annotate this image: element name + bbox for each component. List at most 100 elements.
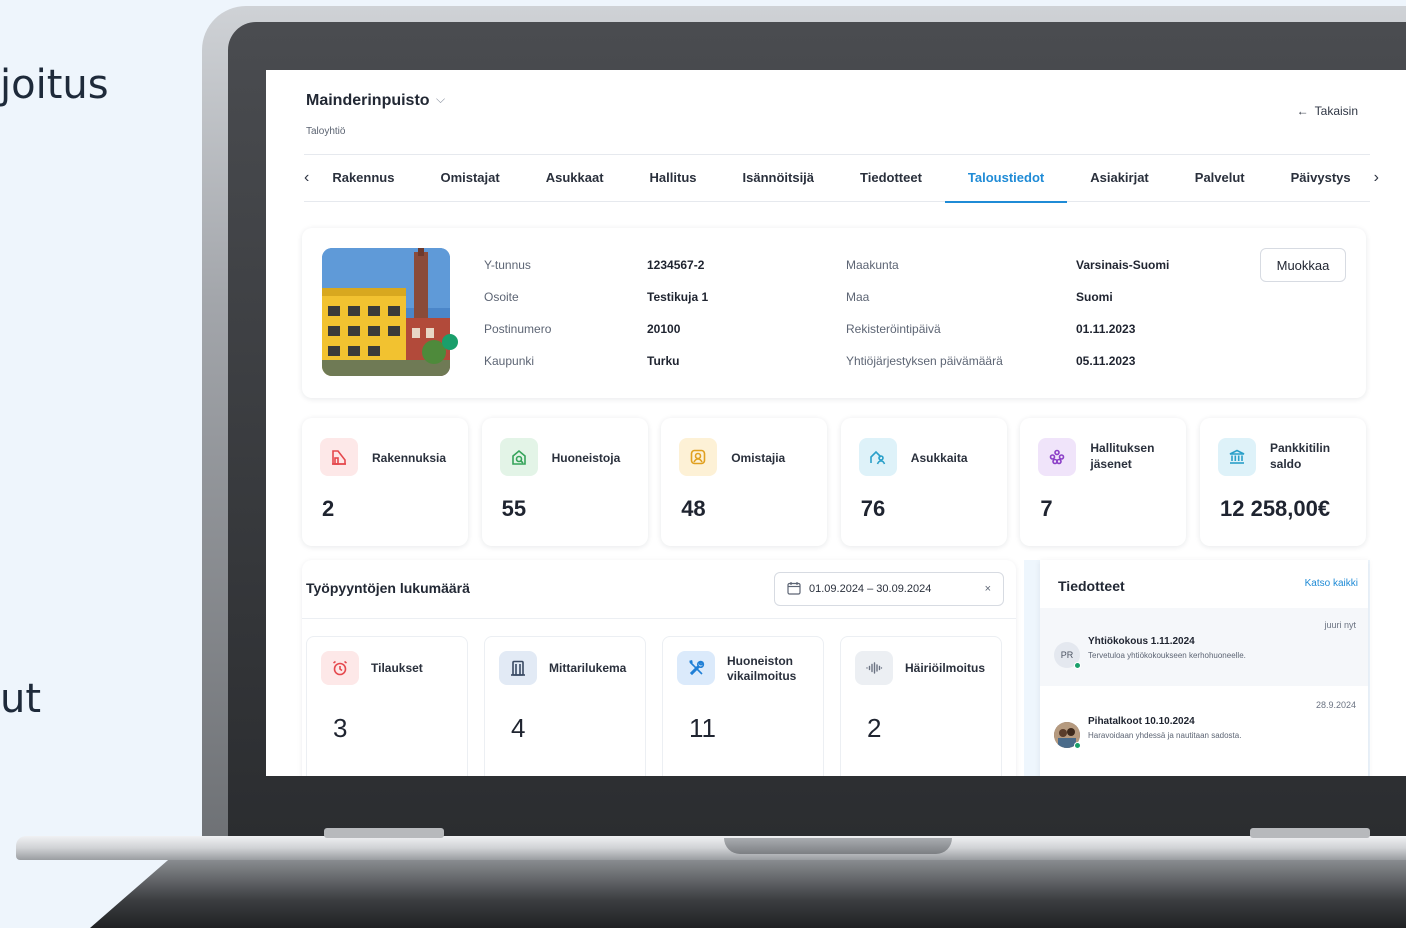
announcement-body: Tervetuloa yhtiökokoukseen kerhohuoneell… (1088, 651, 1246, 660)
tab-palvelut[interactable]: Palvelut (1172, 154, 1268, 202)
info-value: Suomi (1076, 290, 1113, 304)
work-order-count: 4 (511, 713, 526, 743)
sound-wave-icon (855, 651, 893, 685)
stat-value: 48 (681, 496, 706, 521)
tab-omistajat[interactable]: Omistajat (417, 154, 522, 202)
chevron-right-icon[interactable]: › (1374, 169, 1379, 187)
arrow-left-icon: ← (1296, 104, 1309, 118)
tools-icon (677, 651, 715, 685)
info-value: 20100 (647, 322, 681, 336)
clear-date-icon[interactable]: × (985, 583, 991, 595)
laptop-hinge-left (324, 828, 444, 838)
announcement-item[interactable]: juuri nyt PR Yhtiökokous 1.11.2024 Terve… (1040, 608, 1368, 686)
online-indicator (1074, 742, 1081, 749)
info-label: Postinumero (484, 322, 552, 336)
owner-icon (679, 438, 718, 476)
apartment-search-icon (499, 438, 538, 476)
side-caption-bottom: ut (0, 676, 42, 722)
board-icon (1038, 438, 1077, 476)
info-value: Varsinais-Suomi (1076, 258, 1170, 272)
alarm-clock-icon (321, 651, 359, 685)
property-info-card: Y-tunnus 1234567-2 Osoite Testikuja 1 Post… (302, 228, 1366, 398)
chevron-down-icon[interactable]: ⌵ (436, 92, 445, 107)
tab-asiakirjat[interactable]: Asiakirjat (1067, 154, 1172, 202)
work-order-card-huoneiston-vikailmoitus[interactable]: Huoneiston vikailmoitus 11 (662, 636, 824, 776)
online-indicator (1074, 662, 1081, 669)
work-order-label: Tilaukset (371, 661, 423, 675)
meter-icon (499, 651, 537, 685)
avatar (1054, 722, 1081, 749)
work-order-count: 2 (867, 713, 882, 743)
see-all-link[interactable]: Katso kaikki (1305, 578, 1358, 589)
property-type: Taloyhtiö (306, 126, 346, 137)
side-caption-top: joitus (0, 62, 109, 108)
stat-label: Rakennuksia (372, 451, 447, 465)
stat-card-asukkaita[interactable]: Asukkaita 76 (840, 418, 1007, 546)
laptop-base (16, 836, 1406, 860)
avatar: PR (1054, 642, 1081, 669)
stat-value: 2 (322, 496, 335, 521)
info-label: Maa (846, 290, 870, 304)
stat-card-huoneistoja[interactable]: Huoneistoja 55 (481, 418, 648, 546)
announcements-title: Tiedotteet (1058, 578, 1125, 594)
stat-value: 12 258,00€ (1220, 496, 1331, 521)
stat-label: Omistajia (731, 451, 786, 465)
info-value: 05.11.2023 (1076, 354, 1136, 368)
tab-list: Rakennus Omistajat Asukkaat Hallitus Isännöi… (309, 154, 1374, 203)
info-label: Osoite (484, 290, 519, 304)
work-order-count: 11 (689, 713, 716, 743)
calendar-icon (787, 581, 801, 598)
stat-label: Pankkitilin saldo (1270, 441, 1331, 471)
announcements-panel: Tiedotteet Katso kaikki juuri nyt PR Yht… (1024, 560, 1370, 776)
work-order-label: Huoneiston vikailmoitus (727, 654, 797, 683)
announcement-time: 28.9.2024 (1315, 700, 1356, 710)
date-range-value: 01.09.2024 – 30.09.2024 (809, 583, 932, 595)
bank-icon (1218, 438, 1256, 476)
tab-isannoitsija[interactable]: Isännöitsijä (720, 154, 838, 202)
stat-label: Asukkaita (910, 451, 968, 465)
laptop-base-shadow (90, 858, 1406, 928)
info-label: Y-tunnus (484, 258, 531, 272)
info-value: Testikuja 1 (647, 290, 709, 304)
announcement-item[interactable]: 28.9.2024 Pihatalkoot 10.10.2024 Haravoi… (1040, 688, 1368, 766)
work-orders-panel: Työpyyntöjen lukumäärä 01.09.2024 – 30.0… (302, 560, 1016, 776)
work-orders-title: Työpyyntöjen lukumäärä (306, 580, 470, 596)
laptop-hinge-right (1250, 828, 1370, 838)
date-range-picker[interactable]: 01.09.2024 – 30.09.2024 × (774, 572, 1004, 606)
tab-hallitus[interactable]: Hallitus (627, 154, 720, 202)
tab-tiedotteet[interactable]: Tiedotteet (837, 154, 945, 202)
stat-card-rakennuksia[interactable]: Rakennuksia 2 (302, 418, 468, 546)
stat-value: 7 (1040, 496, 1053, 521)
announcement-title: Yhtiökokous 1.11.2024 (1088, 636, 1195, 647)
work-order-card-tilaukset[interactable]: Tilaukset 3 (306, 636, 468, 776)
tab-asukkaat[interactable]: Asukkaat (523, 154, 627, 202)
stat-card-omistajia[interactable]: Omistajia 48 (661, 418, 828, 546)
avatar-initials: PR (1060, 650, 1074, 660)
announcement-body: Haravoidaan yhdessä ja nautitaan sadosta… (1088, 731, 1242, 740)
info-label: Maakunta (846, 258, 899, 272)
stat-card-hallituksen-jasenet[interactable]: Hallituksen jäsenet 7 (1020, 418, 1187, 546)
stat-label: Huoneistoja (551, 451, 621, 465)
announcement-title: Pihatalkoot 10.10.2024 (1088, 716, 1195, 727)
info-label: Kaupunki (484, 354, 535, 368)
stat-label: Hallituksen jäsenet (1090, 441, 1155, 471)
info-value: Turku (647, 354, 680, 368)
work-order-label: Häiriöilmoitus (905, 661, 986, 675)
building-photo (322, 248, 450, 376)
back-label: Takaisin (1314, 104, 1358, 118)
announcement-time: juuri nyt (1324, 620, 1356, 630)
info-value: 01.11.2023 (1076, 322, 1136, 336)
work-order-count: 3 (333, 713, 348, 743)
stat-card-pankkitilin-saldo[interactable]: Pankkitilin saldo 12 258,00€ (1200, 418, 1366, 546)
edit-button[interactable]: Muokkaa (1260, 248, 1346, 282)
property-name[interactable]: Mainderinpuisto (306, 92, 430, 110)
back-button[interactable]: ← Takaisin (1297, 104, 1358, 118)
stat-value: 55 (501, 496, 527, 521)
work-order-label: Mittarilukema (549, 661, 627, 675)
work-order-card-mittarilukema[interactable]: Mittarilukema 4 (484, 636, 646, 776)
tab-paivystys[interactable]: Päivystys (1268, 154, 1374, 202)
tab-rakennus[interactable]: Rakennus (309, 154, 417, 202)
work-order-card-hairioilmoitus[interactable]: Häiriöilmoitus 2 (840, 636, 1002, 776)
tab-taloustiedot[interactable]: Taloustiedot (944, 154, 1068, 203)
residents-icon (858, 438, 897, 476)
